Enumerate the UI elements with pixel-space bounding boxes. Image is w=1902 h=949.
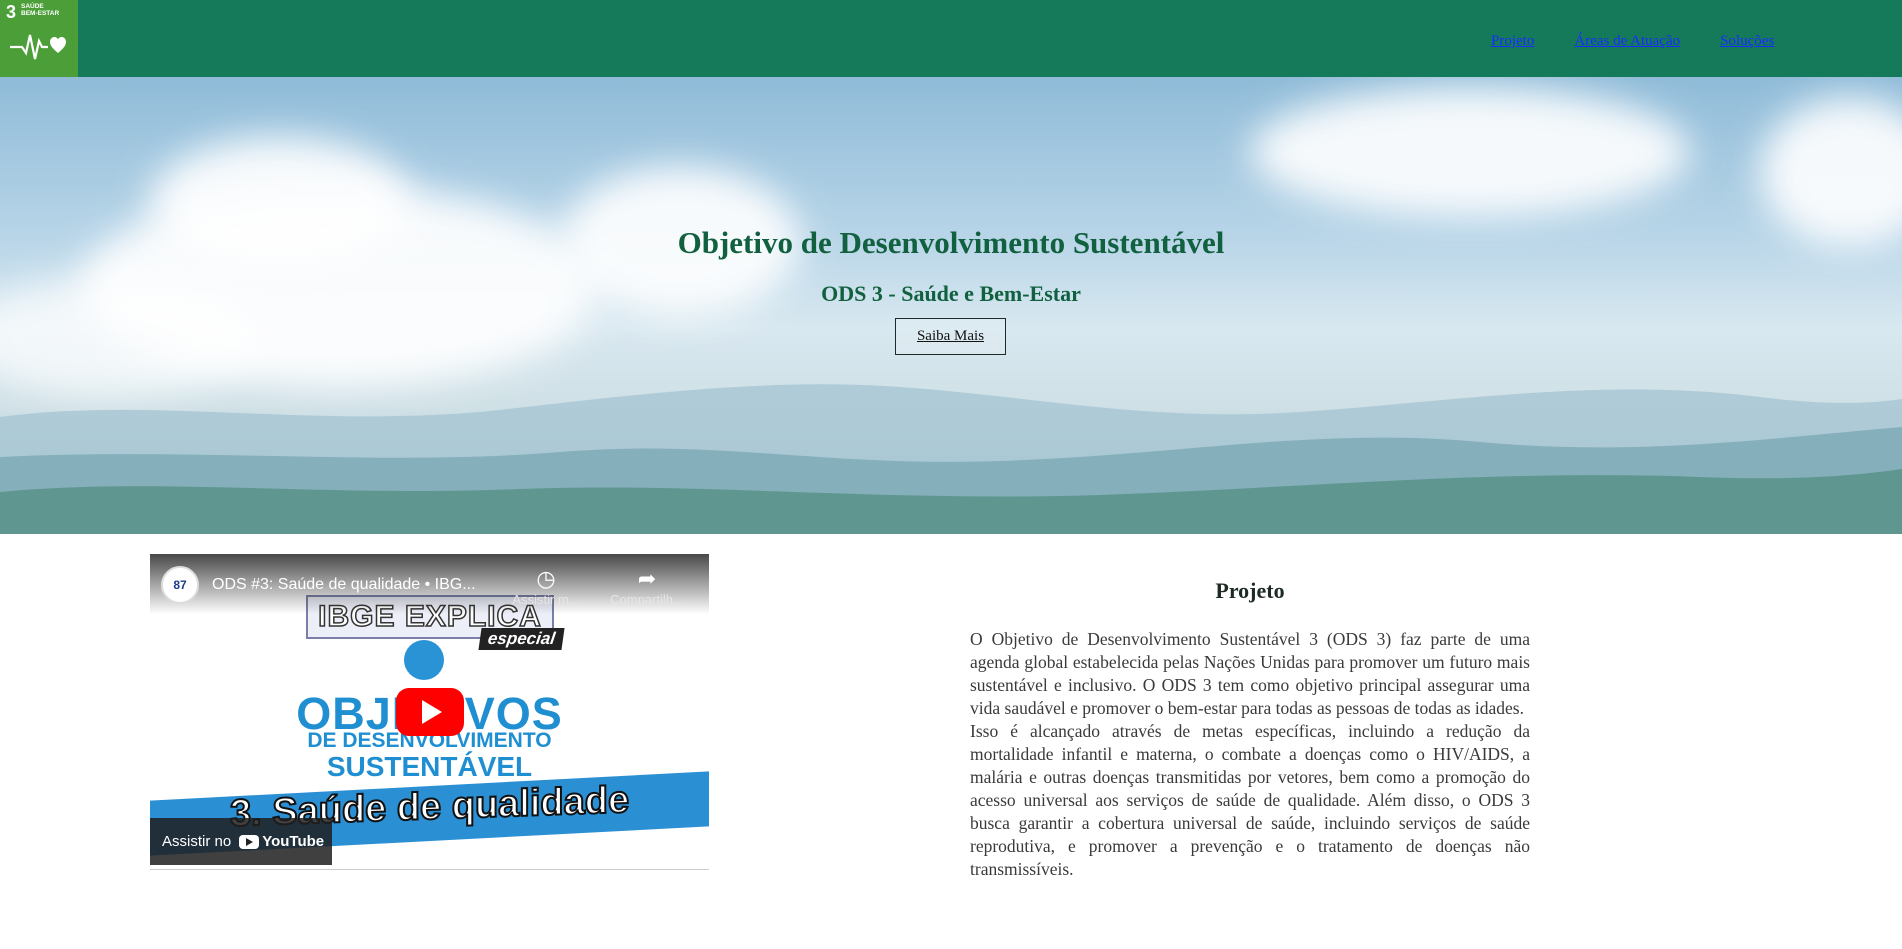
un-logo-icon <box>404 640 444 680</box>
share-button[interactable]: ➦ Compartilh... <box>592 566 702 607</box>
video-title[interactable]: ODS #3: Saúde de qualidade • IBG... <box>212 576 476 594</box>
mountains-decoration <box>0 384 1902 534</box>
hero-title: Objetivo de Desenvolvimento Sustentável <box>677 225 1225 260</box>
nav-link-areas-de-atuacao[interactable]: Áreas de Atuação <box>1574 33 1680 50</box>
youtube-embed[interactable]: IBGE EXPLICA especial OBJETIVOS DE DESEN… <box>150 554 709 870</box>
projeto-title: Projeto <box>1215 578 1285 603</box>
projeto-text: O Objetivo de Desenvolvimento Sustentáve… <box>970 628 1530 881</box>
share-icon: ➦ <box>637 566 657 591</box>
watch-later-button[interactable]: ◷ Assistir m... <box>491 566 601 607</box>
watch-on-label: Assistir no <box>162 833 232 850</box>
thumbnail-tag: especial <box>478 628 565 650</box>
top-navbar: 3 SAÚDE BEM-ESTAR Projeto Áreas de Atuaç… <box>0 0 1902 77</box>
cloud-decoration <box>1250 87 1690 217</box>
saiba-mais-button[interactable]: Saiba Mais <box>895 318 1006 355</box>
watch-on-youtube-button[interactable]: Assistir no YouTube <box>150 818 332 865</box>
channel-avatar[interactable]: 87 <box>161 566 199 604</box>
logo-label: SAÚDE BEM-ESTAR <box>21 3 60 17</box>
play-button[interactable] <box>396 688 464 736</box>
logo-number: 3 <box>6 2 17 22</box>
projeto-paragraph-2: Isso é alcançado através de metas especí… <box>970 721 1530 879</box>
youtube-icon <box>239 834 260 849</box>
nav-link-projeto[interactable]: Projeto <box>1491 33 1534 50</box>
heartbeat-icon <box>10 34 66 60</box>
hero-banner: Objetivo de Desenvolvimento Sustentável … <box>0 77 1902 534</box>
hero-subtitle: ODS 3 - Saúde e Bem-Estar <box>821 281 1081 306</box>
youtube-logo: YouTube <box>239 833 324 850</box>
clock-icon: ◷ <box>536 566 556 591</box>
projeto-paragraph-1: O Objetivo de Desenvolvimento Sustentáve… <box>970 629 1530 718</box>
nav-link-solucoes[interactable]: Soluções <box>1720 33 1774 50</box>
main-nav: Projeto Áreas de Atuação Soluções <box>1491 33 1774 50</box>
sdg3-logo[interactable]: 3 SAÚDE BEM-ESTAR <box>0 0 78 77</box>
